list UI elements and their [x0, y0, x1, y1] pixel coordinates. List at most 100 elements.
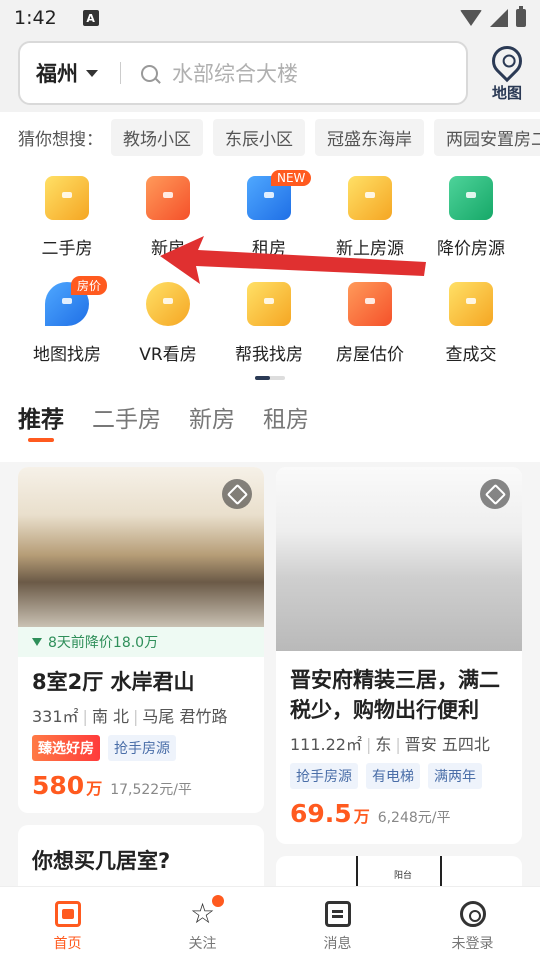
listing-price-unit: 万 — [86, 779, 103, 798]
price-drop-text: 8天前降价18.0万 — [48, 635, 159, 651]
guess-chip[interactable]: 教场小区 — [111, 118, 203, 156]
listing-tag: 满两年 — [428, 763, 482, 789]
listing-meta: 331㎡ | 南 北 | 马尾 君竹路 — [32, 707, 228, 726]
grid-item-deal[interactable]: 查成交 — [421, 268, 521, 368]
tab-new-home[interactable]: 新房 — [189, 400, 235, 434]
grid-label: VR看房 — [139, 345, 197, 365]
listing-price-row: 69.5 万 6,248元/平 — [290, 799, 508, 828]
user-icon — [459, 901, 486, 927]
search-input[interactable]: 水部综合大楼 — [172, 58, 298, 88]
guess-chip[interactable]: 东辰小区 — [213, 118, 305, 156]
search-icon — [141, 64, 158, 82]
new-home-icon — [146, 176, 190, 220]
nav-label: 消息 — [323, 936, 352, 952]
status-time: 1:42 — [14, 7, 57, 29]
grid-label: 帮我找房 — [235, 345, 303, 365]
map-label: 地图 — [491, 84, 522, 102]
map-pin-icon — [485, 39, 529, 83]
map-button[interactable]: 地图 — [484, 39, 530, 104]
tab-secondhand[interactable]: 二手房 — [92, 400, 161, 434]
listing-price: 69.5 — [290, 799, 352, 828]
nav-label: 关注 — [188, 936, 217, 952]
nav-label: 未登录 — [451, 936, 494, 952]
listing-tags: 臻选好房 抢手房源 — [32, 735, 250, 761]
bedroom-question: 你想买几居室? — [32, 849, 171, 873]
tab-rent[interactable]: 租房 — [263, 400, 309, 434]
listing-area: 111.22㎡ — [290, 735, 362, 754]
listing-price-row: 580 万 17,522元/平 — [32, 771, 250, 800]
header: 福州 水部综合大楼 地图 — [0, 36, 540, 112]
city-selector[interactable]: 福州 — [36, 58, 78, 88]
guess-search-row: 猜你想搜： 教场小区 东辰小区 冠盛东海岸 两园安置房二 — [0, 112, 540, 162]
vr-icon[interactable] — [222, 479, 252, 509]
message-icon — [324, 901, 351, 927]
listing-card[interactable]: 8天前降价18.0万 8室2厅 水岸君山 331㎡ | 南 北 | 马尾 君竹路 臻选好… — [18, 467, 264, 813]
grid-item-secondhand[interactable]: 二手房 — [17, 162, 117, 262]
wifi-icon — [460, 10, 482, 26]
listing-orientation: 东 — [375, 735, 392, 754]
listing-tags: 抢手房源 有电梯 满两年 — [290, 763, 508, 789]
grid-label: 降价房源 — [437, 239, 505, 259]
guess-chip[interactable]: 两园安置房二 — [434, 118, 540, 156]
search-bar[interactable]: 福州 水部综合大楼 — [18, 41, 468, 105]
status-icons — [460, 6, 526, 27]
listing-tag: 抢手房源 — [108, 735, 176, 761]
price-badge: 房价 — [71, 276, 108, 295]
secondhand-home-icon — [45, 176, 89, 220]
notification-icon: A — [82, 10, 99, 26]
tab-recommend[interactable]: 推荐 — [18, 400, 64, 442]
listing-tag: 抢手房源 — [290, 763, 358, 789]
listing-area: 331㎡ — [32, 707, 79, 726]
nav-home[interactable]: 首页 — [0, 887, 135, 960]
price-drop-icon — [449, 176, 493, 220]
status-bar: 1:42 A — [0, 0, 540, 36]
nav-messages[interactable]: 消息 — [270, 887, 405, 960]
listing-orientation: 南 北 — [91, 707, 130, 726]
listing-unit-price: 17,522元/平 — [110, 782, 192, 798]
deal-hammer-icon — [449, 282, 493, 326]
grid-item-price-drop[interactable]: 降价房源 — [421, 162, 521, 262]
grid-label: 地图找房 — [33, 345, 101, 365]
listing-body: 8室2厅 水岸君山 331㎡ | 南 北 | 马尾 君竹路 臻选好房 抢手房源 580 … — [18, 657, 264, 810]
price-drop-banner: 8天前降价18.0万 — [18, 627, 264, 657]
listing-price-unit: 万 — [353, 807, 370, 826]
listing-photo — [276, 467, 522, 651]
search-divider — [120, 62, 121, 84]
arrow-down-icon — [32, 638, 42, 646]
grid-label: 房屋估价 — [336, 345, 404, 365]
new-listing-icon — [348, 176, 392, 220]
star-icon: ☆ — [190, 895, 224, 928]
notification-dot — [211, 895, 224, 907]
listing-unit-price: 6,248元/平 — [377, 810, 451, 826]
rent-icon: NEW — [247, 170, 312, 220]
grid-item-map-search[interactable]: 房价 地图找房 — [17, 268, 117, 368]
grid-label: 查成交 — [445, 345, 497, 365]
listing-body: 晋安府精装三居，满二税少，购物出行便利 111.22㎡ | 东 | 晋安 五四北 抢手房… — [276, 651, 522, 838]
listing-meta: 111.22㎡ | 东 | 晋安 五四北 — [290, 735, 490, 754]
listing-location: 晋安 五四北 — [404, 735, 490, 754]
nav-profile[interactable]: 未登录 — [405, 887, 540, 960]
listing-feed: 8天前降价18.0万 8室2厅 水岸君山 331㎡ | 南 北 | 马尾 君竹路 臻选好… — [0, 462, 540, 916]
listing-tabs: 推荐 二手房 新房 租房 — [0, 380, 540, 462]
grid-label: 二手房 — [41, 239, 93, 259]
battery-icon — [516, 6, 526, 27]
listing-title: 8室2厅 水岸君山 — [32, 670, 195, 694]
vr-icon[interactable] — [480, 479, 510, 509]
listing-tag: 臻选好房 — [32, 735, 100, 761]
listing-card[interactable]: 晋安府精装三居，满二税少，购物出行便利 111.22㎡ | 东 | 晋安 五四北 抢手房… — [276, 467, 522, 844]
floorplan-label: 阳台 — [394, 871, 413, 881]
guess-chip[interactable]: 冠盛东海岸 — [315, 118, 424, 156]
listing-title: 晋安府精装三居，满二税少，购物出行便利 — [290, 668, 500, 722]
bottom-nav: 首页 ☆ 关注 消息 未登录 — [0, 886, 540, 960]
listing-price: 580 — [32, 771, 85, 800]
chevron-down-icon[interactable] — [86, 69, 98, 77]
nav-follow[interactable]: ☆ 关注 — [135, 887, 270, 960]
nav-label: 首页 — [53, 936, 82, 952]
listing-location: 马尾 君竹路 — [142, 707, 228, 726]
new-badge: NEW — [271, 170, 312, 186]
listing-photo — [18, 467, 264, 627]
signal-icon — [490, 9, 508, 27]
annotation-arrow-left — [160, 236, 426, 284]
home-icon — [54, 901, 81, 927]
guess-label: 猜你想搜： — [18, 129, 103, 150]
